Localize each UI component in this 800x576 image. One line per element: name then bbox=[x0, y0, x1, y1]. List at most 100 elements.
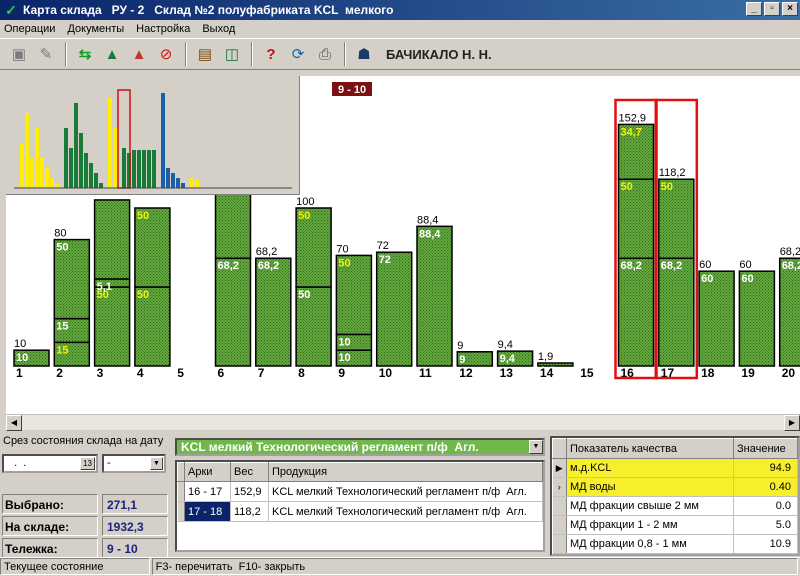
horizontal-scrollbar[interactable]: ◀ ▶ bbox=[6, 414, 800, 431]
bar-segment bbox=[375, 251, 413, 367]
arch-number-label: 10 bbox=[379, 366, 393, 380]
bar-total-label: 70 bbox=[336, 243, 348, 255]
arch-number-label: 4 bbox=[137, 366, 144, 380]
segment-label: 68,2 bbox=[258, 260, 279, 272]
overview-bar bbox=[30, 158, 34, 188]
overview-bar bbox=[35, 128, 39, 188]
bar-total-label: 9 bbox=[457, 340, 463, 352]
table-row[interactable]: 16 - 17 152,9 KCL мелкий Технологический… bbox=[177, 481, 543, 502]
segment-label: 50 bbox=[56, 242, 68, 254]
segment-label: 68,2 bbox=[661, 260, 682, 272]
bar-total-label: 100 bbox=[296, 196, 314, 208]
segment-label: 50 bbox=[137, 210, 149, 222]
table-row[interactable]: МД фракции 0,8 - 1 мм 10.9 bbox=[552, 534, 798, 554]
bar-segment bbox=[214, 257, 252, 367]
table-row[interactable]: ▶ м.д.KCL 94.9 bbox=[552, 458, 798, 478]
menu-documents[interactable]: Документы bbox=[67, 23, 124, 35]
calendar-icon[interactable]: 13 bbox=[80, 457, 95, 470]
col-arches[interactable]: Арки bbox=[184, 462, 231, 482]
close-button[interactable]: × bbox=[782, 2, 798, 16]
bar-total-label: 68,2 bbox=[256, 246, 277, 258]
overview-bar bbox=[190, 178, 194, 188]
quality-panel[interactable]: Показатель качества Значение ▶ м.д.KCL 9… bbox=[550, 436, 800, 556]
edit-icon[interactable]: ✎ bbox=[33, 41, 59, 67]
arch-number-label: 7 bbox=[258, 366, 265, 380]
menu-bar: Операции Документы Настройка Выход bbox=[0, 20, 800, 38]
bar-segment bbox=[617, 257, 655, 367]
status-hotkeys: F3- перечитать F10- закрыть bbox=[151, 558, 798, 575]
col-quality-index[interactable]: Показатель качества bbox=[566, 438, 734, 459]
minimize-button[interactable]: _ bbox=[746, 2, 762, 16]
pile-red-icon[interactable]: ▲ bbox=[126, 41, 152, 67]
scroll-left-icon[interactable]: ◀ bbox=[6, 415, 22, 431]
segment-label: 60 bbox=[741, 273, 753, 285]
book-icon[interactable]: ▤ bbox=[192, 41, 218, 67]
overview-bar bbox=[152, 150, 156, 188]
table-row[interactable]: › МД воды 0.40 bbox=[552, 477, 798, 497]
no-entry-icon[interactable]: ⊘ bbox=[153, 41, 179, 67]
menu-operations[interactable]: Операции bbox=[4, 23, 55, 35]
table-row[interactable]: МД фракции свыше 2 мм 0.0 bbox=[552, 496, 798, 516]
arch-number-label: 15 bbox=[580, 366, 594, 380]
stock-table[interactable]: Арки Вес Продукция 16 - 17 152,9 KCL мел… bbox=[175, 460, 545, 552]
maximize-button[interactable]: ▫ bbox=[764, 2, 780, 16]
overview-bar bbox=[20, 143, 24, 188]
pile-icon[interactable]: ▲ bbox=[99, 41, 125, 67]
bar-total-label: 10 bbox=[14, 338, 26, 350]
arch-number-label: 18 bbox=[701, 366, 715, 380]
toolbar: ▣ ✎ ⇆ ▲ ▲ ⊘ ▤ ◫ ? ⟳ ⎙ ☗ БАЧИКАЛО Н. Н. bbox=[0, 38, 800, 70]
shift-select[interactable]: - ▼ bbox=[102, 454, 166, 473]
warehouse-chart[interactable]: 10 10 1 15 15 50 80 2 50 5,1 3 50 50 4 5 68,2 6 68,2 68,2 7… bbox=[6, 76, 800, 414]
bar-segment bbox=[255, 257, 292, 367]
overview-minimap[interactable] bbox=[6, 76, 300, 195]
scroll-right-icon[interactable]: ▶ bbox=[784, 415, 800, 431]
bar-total-label: 60 bbox=[739, 259, 751, 271]
chevron-down-icon[interactable]: ▼ bbox=[150, 457, 163, 470]
bar-segment bbox=[738, 270, 776, 367]
arch-number-label: 12 bbox=[459, 366, 473, 380]
overview-bar bbox=[171, 173, 175, 188]
refresh-icon[interactable]: ⟳ bbox=[285, 41, 311, 67]
bar-total-label: 72 bbox=[377, 240, 389, 252]
arch-number-label: 6 bbox=[218, 366, 225, 380]
overview-bar bbox=[122, 148, 126, 188]
overview-bar bbox=[99, 183, 103, 188]
door-icon[interactable]: ◫ bbox=[219, 41, 245, 67]
stat-selected: Выбрано: 271,1 bbox=[2, 494, 170, 514]
product-select[interactable]: KCL мелкий Технологический регламент п/ф… bbox=[175, 438, 545, 456]
overview-bar bbox=[137, 150, 141, 188]
segment-label: 88,4 bbox=[419, 228, 441, 240]
bar-total-label: 1,9 bbox=[538, 351, 553, 363]
overview-chart bbox=[14, 89, 292, 189]
menu-exit[interactable]: Выход bbox=[202, 23, 235, 35]
overview-bar bbox=[166, 168, 170, 188]
table-row[interactable]: МД фракции 1 - 2 мм 5.0 bbox=[552, 515, 798, 535]
chevron-down-icon[interactable]: ▼ bbox=[529, 440, 543, 454]
floppy-disk-icon[interactable]: ▣ bbox=[6, 41, 32, 67]
overview-bar bbox=[176, 178, 180, 188]
segment-label: 15 bbox=[56, 321, 68, 333]
overview-bar bbox=[69, 148, 73, 188]
date-field[interactable]: . . 13 bbox=[2, 454, 98, 473]
bar-total-label: 88,4 bbox=[417, 214, 438, 226]
arch-number-label: 5 bbox=[177, 366, 184, 380]
swap-arrows-icon[interactable]: ⇆ bbox=[72, 41, 98, 67]
title-bar[interactable]: ✓ Карта склада РУ - 2 Склад №2 полуфабри… bbox=[0, 0, 800, 20]
window-title: Карта склада РУ - 2 Склад №2 полуфабрика… bbox=[23, 3, 394, 17]
status-bar: Текущее состояние F3- перечитать F10- за… bbox=[0, 557, 800, 576]
cart-label: 9 - 10 bbox=[338, 84, 366, 96]
printer-icon[interactable]: ⎙ bbox=[312, 41, 338, 67]
col-value[interactable]: Значение bbox=[733, 438, 798, 459]
col-weight[interactable]: Вес bbox=[230, 462, 269, 482]
segment-label: 15 bbox=[56, 344, 68, 356]
help-icon[interactable]: ? bbox=[258, 41, 284, 67]
menu-settings[interactable]: Настройка bbox=[136, 23, 190, 35]
user-icon[interactable]: ☗ bbox=[351, 41, 377, 67]
segment-label: 50 bbox=[298, 289, 310, 301]
segment-label: 50 bbox=[621, 181, 633, 193]
stock-panel: KCL мелкий Технологический регламент п/ф… bbox=[175, 436, 545, 556]
table-row[interactable]: 17 - 18 118,2 KCL мелкий Технологический… bbox=[177, 501, 543, 522]
app-check-icon: ✓ bbox=[5, 2, 17, 18]
col-product[interactable]: Продукция bbox=[268, 462, 543, 482]
overview-bar bbox=[55, 183, 59, 188]
